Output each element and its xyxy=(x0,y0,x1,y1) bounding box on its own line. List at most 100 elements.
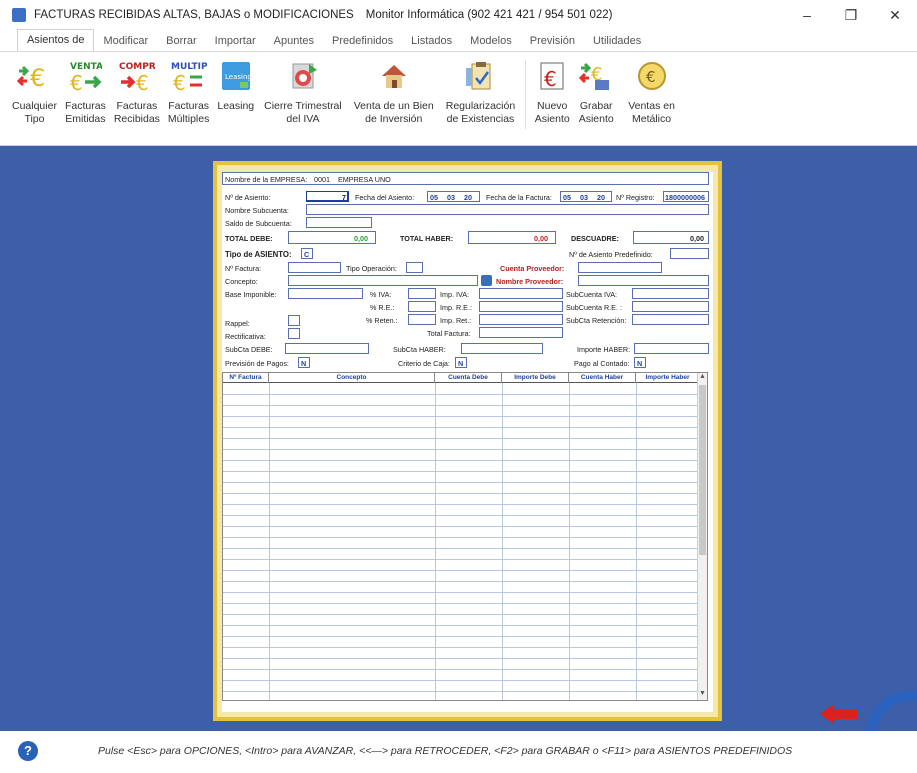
rectificativa-checkbox[interactable] xyxy=(288,328,300,339)
col-importe-debe[interactable]: Importe Debe xyxy=(502,373,569,383)
table-row xyxy=(223,581,699,582)
nuevo-asiento-button[interactable]: € Nuevo Asiento xyxy=(530,58,574,145)
col-cuenta-haber[interactable]: Cuenta Haber xyxy=(569,373,636,383)
nombre-subcuenta-field[interactable] xyxy=(306,204,709,215)
subcuenta-iva-field[interactable] xyxy=(632,288,709,299)
tab-modelos[interactable]: Modelos xyxy=(461,31,521,51)
tab-borrar[interactable]: Borrar xyxy=(157,31,206,51)
table-col-divider xyxy=(502,383,503,700)
invoice-form: Nombre de la EMPRESA: 0001 EMPRESA UNO N… xyxy=(213,161,722,721)
scroll-up-icon[interactable]: ▲ xyxy=(699,373,706,383)
status-text: Pulse <Esc> para OPCIONES, <Intro> para … xyxy=(98,744,793,757)
ribbon-separator xyxy=(525,60,527,129)
imp-ret-field[interactable] xyxy=(479,314,563,325)
new-entry-icon: € xyxy=(534,58,570,94)
back-arrow-icon[interactable] xyxy=(818,702,860,726)
svg-text:€: € xyxy=(30,64,45,91)
tab-utilidades[interactable]: Utilidades xyxy=(584,31,650,51)
table-row xyxy=(223,570,699,571)
table-row xyxy=(223,614,699,615)
scroll-thumb[interactable] xyxy=(699,385,706,555)
re-pct-field[interactable] xyxy=(408,301,436,312)
tab-importar[interactable]: Importar xyxy=(206,31,265,51)
rappel-checkbox[interactable] xyxy=(288,315,300,326)
table-row xyxy=(223,548,699,549)
search-icon[interactable] xyxy=(481,275,492,286)
cuenta-proveedor-field[interactable] xyxy=(578,262,662,273)
table-header: Nº Factura Concepto Cuenta Debe Importe … xyxy=(223,373,699,383)
tab-asientos[interactable]: Asientos de xyxy=(17,29,95,51)
compras-icon: COMPRAS€ xyxy=(119,58,155,94)
grabar-asiento-button[interactable]: € Grabar Asiento xyxy=(574,58,618,145)
table-row xyxy=(223,394,699,395)
help-icon[interactable]: ? xyxy=(18,740,38,761)
tab-listados[interactable]: Listados xyxy=(402,31,461,51)
cierre-icon xyxy=(285,58,321,94)
window-title: FACTURAS RECIBIDAS ALTAS, BAJAS o MODIFI… xyxy=(34,9,354,21)
table-row xyxy=(223,427,699,428)
cualquier-tipo-button[interactable]: € Cualquier Tipo xyxy=(8,58,61,145)
table-row xyxy=(223,603,699,604)
svg-text:€: € xyxy=(173,71,186,92)
cierre-trimestral-button[interactable]: Cierre Trimestral del IVA xyxy=(258,58,348,145)
table-row xyxy=(223,471,699,472)
facturas-emitidas-button[interactable]: VENTAS€ Facturas Emitidas xyxy=(61,58,110,145)
nombre-proveedor-field[interactable] xyxy=(578,275,709,286)
col-importe-haber[interactable]: Importe Haber xyxy=(636,373,699,383)
venta-bien-inversion-button[interactable]: Venta de un Bien de Inversión xyxy=(348,58,440,145)
subcta-retencion-field[interactable] xyxy=(632,314,709,325)
concepto-field[interactable] xyxy=(288,275,478,286)
tipo-operacion-field[interactable] xyxy=(406,262,423,273)
table-row xyxy=(223,559,699,560)
table-row xyxy=(223,405,699,406)
tab-prevision[interactable]: Previsión xyxy=(521,31,584,51)
app-icon xyxy=(12,8,26,22)
leasing-icon: Leasing xyxy=(218,58,254,94)
multiple-icon: MULTIPLE€ xyxy=(171,58,207,94)
facturas-recibidas-button[interactable]: COMPRAS€ Facturas Recibidas xyxy=(110,58,164,145)
title-bar: FACTURAS RECIBIDAS ALTAS, BAJAS o MODIFI… xyxy=(0,0,917,30)
table-row xyxy=(223,449,699,450)
table-row xyxy=(223,438,699,439)
col-num-factura[interactable]: Nº Factura xyxy=(223,373,269,383)
asiento-predefinido-field[interactable] xyxy=(670,248,709,259)
tab-predefinidos[interactable]: Predefinidos xyxy=(323,31,402,51)
tab-modificar[interactable]: Modificar xyxy=(94,31,157,51)
maximize-button[interactable]: ❐ xyxy=(829,0,873,30)
minimize-button[interactable]: – xyxy=(785,0,829,30)
iva-pct-field[interactable] xyxy=(408,288,436,299)
importe-haber-field[interactable] xyxy=(634,343,709,354)
numero-factura-field[interactable] xyxy=(288,262,341,273)
subcta-haber-field[interactable] xyxy=(461,343,543,354)
table-row xyxy=(223,680,699,681)
subcta-debe-field[interactable] xyxy=(285,343,369,354)
save-entry-icon: € xyxy=(578,58,614,94)
close-button[interactable]: ✕ xyxy=(873,0,917,30)
euro-arrows-icon: € xyxy=(16,58,52,94)
table-row xyxy=(223,658,699,659)
table-row xyxy=(223,515,699,516)
table-row xyxy=(223,647,699,648)
imp-re-field[interactable] xyxy=(479,301,563,312)
facturas-multiples-button[interactable]: MULTIPLE€ Facturas Múltiples xyxy=(164,58,213,145)
reten-pct-field[interactable] xyxy=(408,314,436,325)
scroll-down-icon[interactable]: ▼ xyxy=(699,690,706,700)
subcuenta-re-field[interactable] xyxy=(632,301,709,312)
imp-iva-field[interactable] xyxy=(479,288,563,299)
table-row xyxy=(223,669,699,670)
table-scrollbar[interactable]: ▲ ▼ xyxy=(697,373,707,700)
ventas-icon: VENTAS€ xyxy=(67,58,103,94)
house-icon xyxy=(376,58,412,94)
base-imponible-field[interactable] xyxy=(288,288,363,299)
col-cuenta-debe[interactable]: Cuenta Debe xyxy=(435,373,502,383)
col-concepto[interactable]: Concepto xyxy=(269,373,435,383)
regularizacion-existencias-button[interactable]: Regularización de Existencias xyxy=(440,58,521,145)
tab-apuntes[interactable]: Apuntes xyxy=(265,31,323,51)
entries-table[interactable]: Nº Factura Concepto Cuenta Debe Importe … xyxy=(222,372,708,701)
ventas-metalico-button[interactable]: € Ventas en Metálico xyxy=(618,58,685,145)
leasing-button[interactable]: Leasing Leasing xyxy=(213,58,258,145)
saldo-subcuenta-field[interactable] xyxy=(306,217,372,228)
table-row xyxy=(223,636,699,637)
table-row xyxy=(223,526,699,527)
total-factura-field xyxy=(479,327,563,338)
